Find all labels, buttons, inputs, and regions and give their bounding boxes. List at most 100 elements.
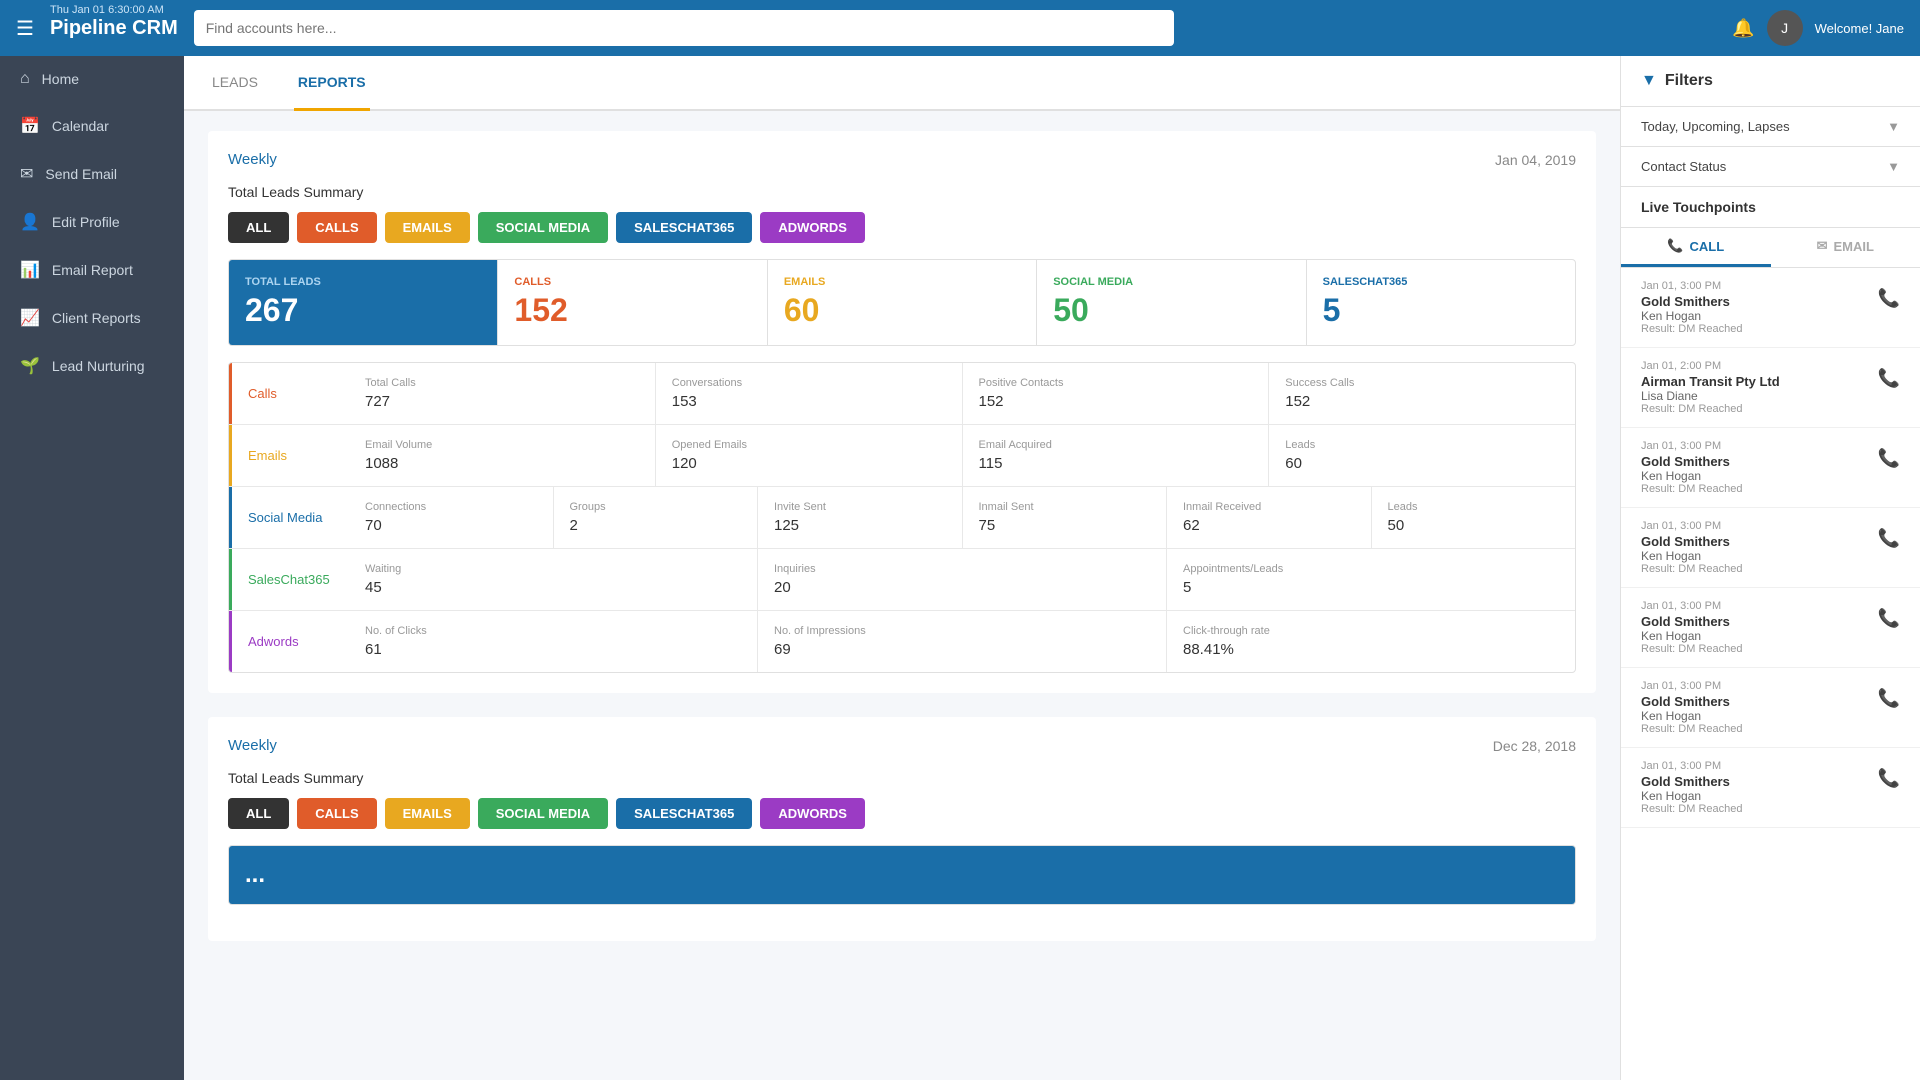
stat-acq-label: Email Acquired bbox=[979, 439, 1253, 451]
total-leads-label: TOTAL LEADS bbox=[245, 276, 481, 288]
touchpoint-company-4: Gold Smithers bbox=[1641, 614, 1743, 629]
filter-saleschat-btn[interactable]: SALESCHAT365 bbox=[616, 212, 752, 243]
filter-social-btn[interactable]: SOCIAL MEDIA bbox=[478, 212, 608, 243]
stat-invite-label: Invite Sent bbox=[774, 501, 946, 513]
sidebar-item-label: Email Report bbox=[52, 262, 133, 278]
call-icon-3[interactable]: 📞 bbox=[1878, 528, 1900, 549]
stats-data-calls: Total Calls 727 Conversations 153 Positi… bbox=[349, 363, 1575, 424]
tab-leads[interactable]: LEADS bbox=[208, 56, 262, 111]
call-icon-2[interactable]: 📞 bbox=[1878, 448, 1900, 469]
total-emails-cell: EMAILS 60 bbox=[768, 260, 1037, 345]
tab-reports[interactable]: REPORTS bbox=[294, 56, 370, 111]
filter-buttons-2: ALL CALLS EMAILS SOCIAL MEDIA SALESCHAT3… bbox=[228, 798, 1576, 829]
total-calls-cell: CALLS 152 bbox=[498, 260, 767, 345]
filter-emails-btn[interactable]: EMAILS bbox=[385, 212, 470, 243]
touchpoint-company-2: Gold Smithers bbox=[1641, 454, 1743, 469]
stat-waiting: Waiting 45 bbox=[349, 549, 758, 610]
total-leads-partial: ... bbox=[245, 861, 265, 889]
weekly-header-2: Weekly Dec 28, 2018 bbox=[228, 737, 1576, 754]
tab-email[interactable]: ✉ EMAIL bbox=[1771, 228, 1920, 267]
filter-dropdown-1-label: Today, Upcoming, Lapses bbox=[1641, 119, 1790, 134]
touchpoint-person-5: Ken Hogan bbox=[1641, 709, 1743, 723]
total-saleschat-label: SALESCHAT365 bbox=[1323, 276, 1559, 288]
sidebar-item-label: Client Reports bbox=[52, 310, 141, 326]
touchpoint-result-0: Result: DM Reached bbox=[1641, 323, 1743, 335]
sidebar-item-label: Calendar bbox=[52, 118, 109, 134]
filter-adwords-btn-2[interactable]: ADWORDS bbox=[760, 798, 865, 829]
total-calls-label: CALLS bbox=[514, 276, 750, 288]
touchpoints-list: Jan 01, 3:00 PM Gold Smithers Ken Hogan … bbox=[1621, 268, 1920, 1080]
touchpoint-time-5: Jan 01, 3:00 PM bbox=[1641, 680, 1743, 692]
totals-row-2: ... bbox=[228, 845, 1576, 905]
totals-row: TOTAL LEADS 267 CALLS 152 EMAILS 60 SOCI… bbox=[228, 259, 1576, 346]
touchpoint-info-5: Jan 01, 3:00 PM Gold Smithers Ken Hogan … bbox=[1641, 680, 1743, 735]
stat-emailvol-label: Email Volume bbox=[365, 439, 639, 451]
touchpoint-item-2: Jan 01, 3:00 PM Gold Smithers Ken Hogan … bbox=[1621, 428, 1920, 508]
sidebar-item-client-reports[interactable]: 📈 Client Reports bbox=[0, 294, 184, 342]
search-input[interactable] bbox=[194, 10, 1174, 46]
filter-all-btn[interactable]: ALL bbox=[228, 212, 289, 243]
filter-all-btn-2[interactable]: ALL bbox=[228, 798, 289, 829]
stat-groups-label: Groups bbox=[570, 501, 742, 513]
filter-calls-btn[interactable]: CALLS bbox=[297, 212, 376, 243]
stats-label-calls: Calls bbox=[229, 363, 349, 424]
call-icon-4[interactable]: 📞 bbox=[1878, 608, 1900, 629]
touchpoint-result-4: Result: DM Reached bbox=[1641, 643, 1743, 655]
filter-calls-btn-2[interactable]: CALLS bbox=[297, 798, 376, 829]
avatar[interactable]: J bbox=[1767, 10, 1803, 46]
stat-connections: Connections 70 bbox=[349, 487, 554, 548]
touchpoints-tabs: 📞 CALL ✉ EMAIL bbox=[1621, 228, 1920, 268]
touchpoint-company-5: Gold Smithers bbox=[1641, 694, 1743, 709]
filter-emails-btn-2[interactable]: EMAILS bbox=[385, 798, 470, 829]
stat-total-calls: Total Calls 727 bbox=[349, 363, 656, 424]
stat-inmail-sent: Inmail Sent 75 bbox=[963, 487, 1168, 548]
tab-call[interactable]: 📞 CALL bbox=[1621, 228, 1771, 267]
filters-label: Filters bbox=[1665, 72, 1713, 90]
sidebar-item-home[interactable]: ⌂ Home bbox=[0, 56, 184, 102]
stats-label-adwords: Adwords bbox=[229, 611, 349, 672]
home-icon: ⌂ bbox=[20, 70, 30, 88]
stat-conv-label: Conversations bbox=[672, 377, 946, 389]
bell-icon[interactable]: 🔔 bbox=[1732, 18, 1754, 39]
total-social-label: SOCIAL MEDIA bbox=[1053, 276, 1289, 288]
total-emails-value: 60 bbox=[784, 292, 1020, 329]
call-icon-0[interactable]: 📞 bbox=[1878, 288, 1900, 309]
touchpoint-result-6: Result: DM Reached bbox=[1641, 803, 1743, 815]
stat-inmail-sent-value: 75 bbox=[979, 517, 1151, 534]
stats-row-adwords: Adwords No. of Clicks 61 No. of Impressi… bbox=[229, 611, 1575, 672]
filter-dropdown-2[interactable]: Contact Status ▼ bbox=[1621, 147, 1920, 187]
stat-groups-value: 2 bbox=[570, 517, 742, 534]
sidebar-item-label: Edit Profile bbox=[52, 214, 120, 230]
menu-icon[interactable]: ☰ bbox=[16, 16, 34, 41]
call-icon-1[interactable]: 📞 bbox=[1878, 368, 1900, 389]
sidebar-item-lead-nurturing[interactable]: 🌱 Lead Nurturing bbox=[0, 342, 184, 390]
sidebar-item-email-report[interactable]: 📊 Email Report bbox=[0, 246, 184, 294]
stats-label-social: Social Media bbox=[229, 487, 349, 548]
sidebar-item-edit-profile[interactable]: 👤 Edit Profile bbox=[0, 198, 184, 246]
layout: ⌂ Home 📅 Calendar ✉ Send Email 👤 Edit Pr… bbox=[0, 56, 1920, 1080]
touchpoint-info-2: Jan 01, 3:00 PM Gold Smithers Ken Hogan … bbox=[1641, 440, 1743, 495]
filter-dropdown-1[interactable]: Today, Upcoming, Lapses ▼ bbox=[1621, 107, 1920, 147]
sidebar-item-calendar[interactable]: 📅 Calendar bbox=[0, 102, 184, 150]
filter-social-btn-2[interactable]: SOCIAL MEDIA bbox=[478, 798, 608, 829]
stat-conn-label: Connections bbox=[365, 501, 537, 513]
stats-row-saleschat: SalesChat365 Waiting 45 Inquiries 20 bbox=[229, 549, 1575, 611]
filters-header: ▼ Filters bbox=[1621, 56, 1920, 107]
filter-saleschat-btn-2[interactable]: SALESCHAT365 bbox=[616, 798, 752, 829]
total-calls-value: 152 bbox=[514, 292, 750, 329]
touchpoint-person-0: Ken Hogan bbox=[1641, 309, 1743, 323]
stat-inmail-recv-value: 62 bbox=[1183, 517, 1355, 534]
call-icon-6[interactable]: 📞 bbox=[1878, 768, 1900, 789]
total-social-value: 50 bbox=[1053, 292, 1289, 329]
stat-success-calls: Success Calls 152 bbox=[1269, 363, 1575, 424]
touchpoint-item-5: Jan 01, 3:00 PM Gold Smithers Ken Hogan … bbox=[1621, 668, 1920, 748]
filter-adwords-btn[interactable]: ADWORDS bbox=[760, 212, 865, 243]
call-icon-5[interactable]: 📞 bbox=[1878, 688, 1900, 709]
touchpoint-company-6: Gold Smithers bbox=[1641, 774, 1743, 789]
section-title-2: Total Leads Summary bbox=[228, 770, 1576, 786]
touchpoint-company-3: Gold Smithers bbox=[1641, 534, 1743, 549]
touchpoint-time-2: Jan 01, 3:00 PM bbox=[1641, 440, 1743, 452]
stat-inq-label: Inquiries bbox=[774, 563, 1150, 575]
stat-appt-label: Appointments/Leads bbox=[1183, 563, 1559, 575]
sidebar-item-send-email[interactable]: ✉ Send Email bbox=[0, 150, 184, 198]
